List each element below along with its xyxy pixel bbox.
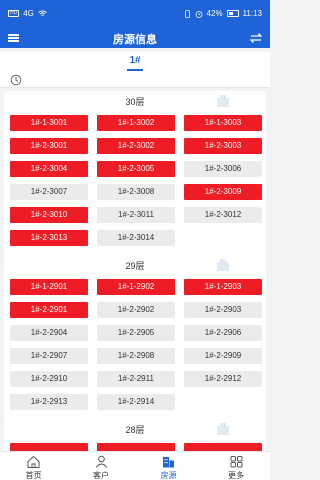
customer-icon	[95, 455, 107, 468]
tab-label: 首页	[25, 471, 42, 480]
room-cell[interactable]: 1#-2-3003	[184, 138, 262, 154]
room-cell[interactable]: 1#-2-3006	[184, 161, 262, 177]
room-cell[interactable]: 1#-2-2914	[97, 394, 175, 410]
battery-icon	[226, 10, 239, 17]
alarm-icon	[195, 10, 202, 18]
status-bar: HD 4G 42% 11:13	[0, 0, 270, 28]
hd-indicator: HD	[8, 10, 20, 17]
room-cell[interactable]: 1#-2-3005	[97, 161, 175, 177]
tab-building[interactable]: 房源	[135, 452, 202, 480]
tab-more[interactable]: 更多	[203, 452, 270, 480]
room-cell[interactable]: 1#-1-2902	[97, 279, 175, 295]
swap-icon[interactable]	[250, 32, 262, 44]
room-cell[interactable]: 1#-2-3004	[10, 161, 88, 177]
floor-list[interactable]: 30层 1#-1-3001 1#-1-3002 1#-1-3003 1#-2-3001 1…	[0, 91, 270, 451]
wifi-icon	[38, 10, 47, 16]
building-tab-bar: 1#	[0, 52, 270, 72]
room-cell[interactable]: 1#-1-3001	[10, 115, 88, 131]
room-cell[interactable]	[97, 443, 175, 451]
building-watermark-icon	[217, 95, 229, 107]
room-cell[interactable]: 1#-1-2901	[10, 279, 88, 295]
room-cell[interactable]: 1#-2-3001	[10, 138, 88, 154]
room-cell[interactable]: 1#-2-3014	[97, 230, 175, 246]
floor-section: 29层 1#-1-2901 1#-1-2902 1#-1-2903 1#-2-2901 1…	[4, 255, 266, 421]
active-tab-indicator	[127, 69, 143, 71]
tab-label: 更多	[228, 471, 244, 480]
tab-label: 客户	[93, 471, 109, 480]
building-watermark-icon	[217, 423, 229, 435]
room-cell[interactable]: 1#-1-3002	[97, 115, 175, 131]
room-cell[interactable]: 1#-2-2907	[10, 348, 88, 364]
floor-section: 28层	[4, 419, 266, 451]
room-cell[interactable]: 1#-2-2905	[97, 325, 175, 341]
floor-section: 30层 1#-1-3001 1#-1-3002 1#-1-3003 1#-2-3001 1…	[4, 91, 266, 257]
floor-header: 30层	[4, 91, 266, 109]
room-cell[interactable]: 1#-1-2903	[184, 279, 262, 295]
building-icon	[163, 457, 174, 468]
status-time: 11:13	[242, 9, 262, 18]
room-cell[interactable]: 1#-2-2908	[97, 348, 175, 364]
room-cell[interactable]: 1#-2-2909	[184, 348, 262, 364]
page-title: 房源信息	[113, 34, 157, 46]
room-cell[interactable]: 1#-2-3012	[184, 207, 262, 223]
room-cell[interactable]: 1#-2-2904	[10, 325, 88, 341]
room-cell[interactable]: 1#-2-2911	[97, 371, 175, 387]
bottom-tab-bar: 首页 客户 房源 更多	[0, 451, 270, 480]
building-watermark-icon	[217, 259, 229, 271]
room-cell[interactable]: 1#-2-3009	[184, 184, 262, 200]
room-cell[interactable]: 1#-2-3007	[10, 184, 88, 200]
signal-indicator: 4G	[23, 9, 34, 18]
battery-percent: 42%	[206, 9, 223, 18]
room-cell[interactable]: 1#-2-2913	[10, 394, 88, 410]
room-cell[interactable]: 1#-2-3002	[97, 138, 175, 154]
room-cell[interactable]: 1#-2-3013	[10, 230, 88, 246]
room-cell[interactable]: 1#-2-2912	[184, 371, 262, 387]
room-cell[interactable]: 1#-2-2902	[97, 302, 175, 318]
room-cell[interactable]: 1#-2-3011	[97, 207, 175, 223]
room-cell[interactable]: 1#-2-3010	[10, 207, 88, 223]
room-cell[interactable]: 1#-2-2910	[10, 371, 88, 387]
tab-home[interactable]: 首页	[0, 452, 67, 480]
building-tab[interactable]: 1#	[0, 55, 270, 66]
floor-header: 29层	[4, 255, 266, 273]
room-cell[interactable]: 1#-2-2906	[184, 325, 262, 341]
tab-label: 房源	[160, 471, 177, 480]
room-cell[interactable]	[10, 443, 88, 451]
room-cell[interactable]: 1#-2-2903	[184, 302, 262, 318]
toolbar	[0, 72, 270, 88]
tab-customer[interactable]: 客户	[68, 452, 135, 480]
nav-bar: 房源信息	[0, 28, 270, 48]
home-icon	[27, 455, 40, 468]
more-icon	[230, 456, 242, 468]
room-cell[interactable]	[184, 443, 262, 451]
clock-icon[interactable]	[10, 74, 22, 86]
room-cell[interactable]: 1#-2-2901	[10, 302, 88, 318]
floor-header: 28层	[4, 419, 266, 437]
vibrate-icon	[184, 9, 190, 18]
room-cell[interactable]: 1#-1-3003	[184, 115, 262, 131]
room-cell[interactable]: 1#-2-3008	[97, 184, 175, 200]
